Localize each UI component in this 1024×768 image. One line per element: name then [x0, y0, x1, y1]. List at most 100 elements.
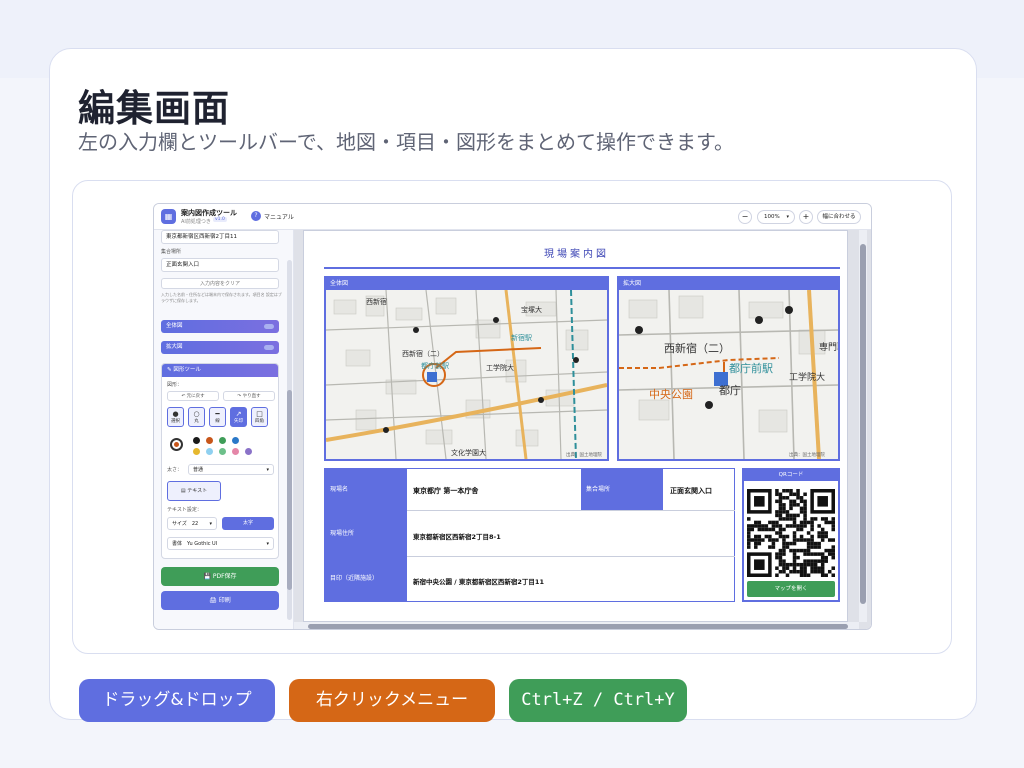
section-zoom-map[interactable]: 拡大図 — [161, 341, 279, 354]
toggle-icon — [264, 345, 274, 350]
redo-button[interactable]: ↷ やり直す — [223, 391, 275, 401]
svg-text:西新宿（二）: 西新宿（二） — [664, 341, 730, 355]
zoom-map-label: 拡大図 — [619, 278, 838, 290]
svg-text:工学院大: 工学院大 — [789, 371, 825, 383]
color-swatch[interactable] — [219, 437, 226, 444]
color-swatch[interactable] — [219, 448, 226, 455]
site-name-value[interactable]: 東京都庁 第一本庁舎 — [413, 486, 478, 496]
canvas-vertical-scrollbar[interactable] — [859, 230, 867, 622]
version-badge: v1.0 — [213, 217, 227, 222]
square-icon: □ — [256, 410, 263, 418]
zoom-map[interactable]: 拡大図 西新宿（二） 都庁前駅 都庁 中央公園 工学院大 専門 出典：国土地理院 — [617, 276, 840, 461]
meeting-place-value[interactable]: 正面玄関入口 — [670, 486, 712, 496]
color-swatch[interactable] — [193, 437, 200, 444]
section-zoom-label: 拡大図 — [166, 344, 183, 350]
app-subtitle: AI前処理つき — [181, 219, 211, 225]
app-screenshot: ▦ 案内図作成ツール AI前処理つき v1.0 ? マニュアル − 100% ▾ … — [153, 203, 872, 630]
overall-map[interactable]: 全体図 西新宿 西新宿（二） 新宿駅 都庁前駅 工学院大 文化学園大 宝塚大 出… — [324, 276, 609, 461]
shape-tool-panel: ✎ 図形ツール 図形： ↶ 元に戻す ↷ やり直す ● 選択 ○ 丸 ━ 線 ↗ 矢印 … — [161, 363, 279, 559]
map-logo-icon: ▦ — [161, 209, 176, 224]
section-overall-map[interactable]: 全体図 — [161, 320, 279, 333]
tool-circle[interactable]: ○ 丸 — [188, 407, 205, 427]
qr-panel: QRコード マップを開く — [742, 468, 840, 602]
meeting-place-field[interactable]: 正面玄関入口 — [161, 258, 279, 272]
shape-label: 図形： — [167, 382, 183, 388]
chevron-down-icon: ▾ — [786, 214, 789, 220]
document-page: 現場案内図 全体図 西新宿 西新宿（二） 新宿駅 都庁前駅 工学院大 文化学園大… — [303, 230, 848, 622]
page-subtitle: 左の入力欄とツールバーで、地図・項目・図形をまとめて操作できます。 — [78, 130, 734, 154]
color-swatch[interactable] — [206, 437, 213, 444]
font-family-select[interactable]: 書体 Yu Gothic UI ▾ — [167, 537, 274, 550]
landmark-label: 目印（近隣施設） — [325, 557, 407, 601]
tool-rectangle[interactable]: □ 四角 — [251, 407, 268, 427]
qr-label: QRコード — [744, 470, 838, 481]
svg-text:専門職大: 専門職大 — [819, 341, 838, 353]
svg-text:宝塚大: 宝塚大 — [521, 305, 542, 314]
svg-text:都庁前駅: 都庁前駅 — [421, 361, 449, 370]
pointer-icon: ● — [172, 410, 179, 418]
clear-input-button[interactable]: 入力内容をクリア — [161, 278, 279, 289]
title-rule — [324, 267, 840, 269]
color-swatch[interactable] — [232, 448, 239, 455]
section-overall-label: 全体図 — [166, 323, 183, 329]
page-title: 編集画面 — [78, 87, 230, 130]
meeting-place-label: 集合場所 — [161, 249, 182, 255]
font-size-select[interactable]: サイズ 22 ▾ — [167, 517, 217, 530]
svg-text:出典：国土地理院: 出典：国土地理院 — [566, 451, 602, 458]
arrow-icon: ↗ — [235, 410, 242, 418]
svg-text:都庁前駅: 都庁前駅 — [729, 361, 773, 375]
shape-tool-header[interactable]: ✎ 図形ツール — [162, 364, 278, 377]
chevron-down-icon: ▾ — [209, 521, 212, 527]
color-swatch[interactable] — [206, 448, 213, 455]
tool-line[interactable]: ━ 線 — [209, 407, 226, 427]
help-icon[interactable]: ? — [251, 211, 261, 221]
print-button[interactable]: 🖨 印刷 — [161, 591, 279, 610]
circle-icon: ○ — [193, 410, 200, 418]
pdf-save-button[interactable]: 💾 PDF保存 — [161, 567, 279, 586]
tool-select[interactable]: ● 選択 — [167, 407, 184, 427]
sidebar-scrollbar[interactable] — [287, 260, 292, 620]
svg-text:西新宿: 西新宿 — [366, 297, 387, 306]
zoom-select[interactable]: 100% ▾ — [757, 210, 795, 224]
chevron-down-icon: ▾ — [266, 467, 269, 473]
canvas-horizontal-scrollbar[interactable] — [294, 622, 859, 629]
qr-code-image — [747, 489, 835, 577]
landmark-value[interactable]: 新宿中央公園 / 東京都新宿区西新宿2丁目11 — [413, 576, 544, 586]
zoom-out-button[interactable]: − — [738, 210, 752, 224]
svg-text:西新宿（二）: 西新宿（二） — [402, 349, 444, 358]
line-icon: ━ — [215, 410, 220, 418]
app-header: ▦ 案内図作成ツール AI前処理つき v1.0 ? マニュアル − 100% ▾ … — [154, 204, 871, 230]
overall-map-label: 全体図 — [326, 278, 607, 290]
address-label: 現場住所 — [325, 511, 407, 557]
color-swatch[interactable] — [232, 437, 239, 444]
text-settings-label: テキスト設定： — [167, 507, 202, 513]
thickness-select[interactable]: 普通 ▾ — [188, 464, 274, 475]
address-value[interactable]: 東京都新宿区西新宿2丁目8-1 — [413, 531, 501, 541]
undo-button[interactable]: ↶ 元に戻す — [167, 391, 219, 401]
document-canvas: 現場案内図 全体図 西新宿 西新宿（二） 新宿駅 都庁前駅 工学院大 文化学園大… — [294, 230, 871, 629]
tool-arrow[interactable]: ↗ 矢印 — [230, 407, 247, 427]
feature-undo-redo: Ctrl+Z / Ctrl+Y — [509, 679, 687, 722]
selected-color-swatch[interactable] — [170, 438, 183, 451]
toggle-icon — [264, 324, 274, 329]
zoom-value: 100% — [764, 214, 780, 220]
svg-text:文化学園大: 文化学園大 — [451, 448, 486, 457]
fit-width-button[interactable]: 幅に合わせる — [817, 210, 861, 224]
svg-text:中央公園: 中央公園 — [649, 388, 693, 401]
site-name-label: 現場名 — [325, 469, 407, 511]
color-swatch[interactable] — [245, 448, 252, 455]
open-map-button[interactable]: マップを開く — [747, 581, 835, 597]
document-title: 現場案内図 — [544, 249, 609, 260]
color-swatch[interactable] — [193, 448, 200, 455]
thickness-label: 太さ： — [167, 467, 183, 473]
address-field[interactable]: 東京都新宿区西新宿2丁目11 — [161, 230, 279, 244]
svg-text:都庁: 都庁 — [719, 383, 741, 397]
bold-button[interactable]: 太字 — [222, 517, 274, 530]
svg-text:出典：国土地理院: 出典：国土地理院 — [789, 451, 825, 458]
storage-note: 入力した名前・住所などは端末内で保存されます。項目名 設定はブラウザに保存します… — [161, 292, 282, 303]
zoom-map-image: 西新宿（二） 都庁前駅都庁 中央公園 工学院大 専門職大 出典：国土地理院 — [619, 290, 838, 459]
zoom-in-button[interactable]: + — [799, 210, 813, 224]
manual-link[interactable]: マニュアル — [264, 212, 294, 221]
meeting-place-header: 集合場所 — [581, 469, 663, 511]
text-tool-button[interactable]: ▤ テキスト — [167, 481, 221, 501]
